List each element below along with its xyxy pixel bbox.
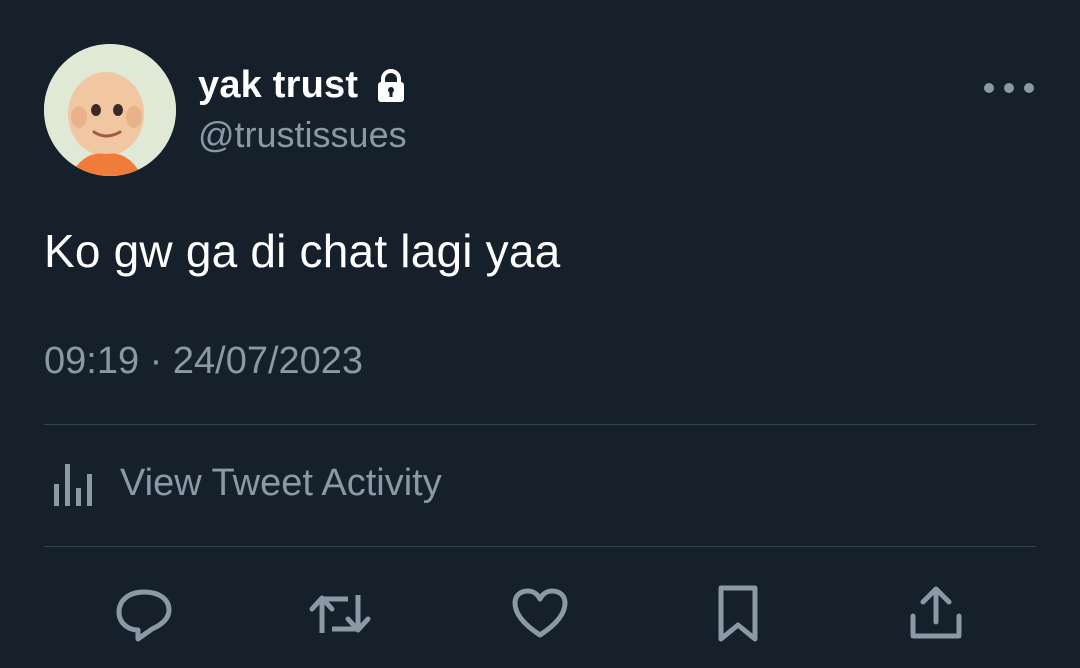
reply-icon	[116, 589, 172, 642]
display-name[interactable]: yak trust	[198, 64, 358, 107]
like-button[interactable]	[508, 584, 572, 644]
user-name-row: yak trust	[198, 64, 408, 107]
tweet-text: Ko gw ga di chat lagi yaa	[44, 225, 561, 277]
share-button[interactable]	[904, 584, 968, 644]
view-tweet-activity-label: View Tweet Activity	[120, 461, 442, 504]
bar-chart-icon	[54, 464, 92, 506]
reply-button[interactable]	[112, 584, 176, 644]
avatar[interactable]	[44, 44, 176, 176]
lock-icon	[374, 68, 408, 104]
user-handle[interactable]: @trustissues	[198, 114, 407, 156]
tweet-timestamp[interactable]: 09:19 · 24/07/2023	[44, 340, 363, 383]
more-icon	[984, 83, 1034, 93]
retweet-icon	[309, 595, 371, 633]
divider	[44, 424, 1036, 425]
heart-icon	[512, 588, 568, 638]
bookmark-icon	[718, 585, 758, 642]
divider	[44, 546, 1036, 547]
avatar-image	[44, 44, 176, 176]
retweet-button[interactable]	[308, 584, 372, 644]
share-icon	[910, 586, 962, 639]
bookmark-button[interactable]	[706, 584, 770, 644]
view-tweet-activity-link[interactable]: View Tweet Activity	[44, 458, 442, 508]
more-options-button[interactable]	[980, 76, 1038, 100]
